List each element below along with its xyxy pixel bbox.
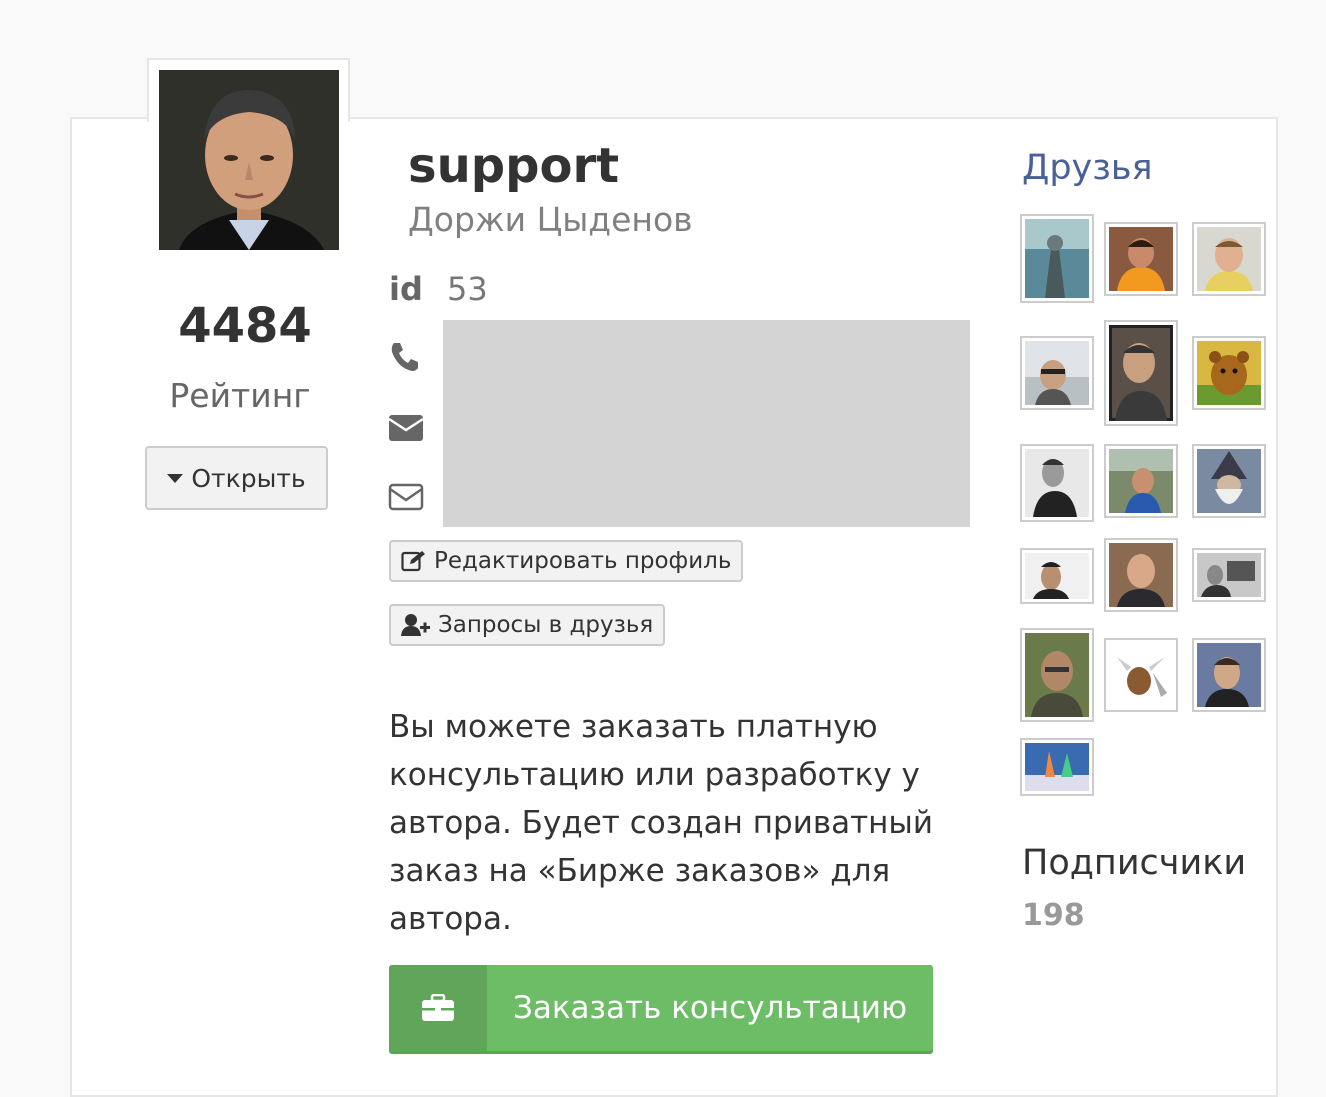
order-consultation-button[interactable]: Заказать консультацию [389,965,933,1051]
open-button-label: Открыть [191,463,306,493]
rating-label: Рейтинг [169,376,311,415]
friend-requests-label: Запросы в друзья [438,612,654,638]
friend-avatar[interactable] [1192,548,1266,602]
profile-panel [70,117,1278,1097]
friend-avatar[interactable] [1020,548,1094,604]
user-avatar [159,70,339,250]
friend-avatar[interactable] [1104,538,1178,612]
friend-avatar[interactable] [1104,222,1178,296]
rating-value: 4484 [178,298,312,354]
order-consultation-label: Заказать консультацию [512,990,908,1026]
friend-avatar[interactable] [1192,222,1266,296]
user-plus-icon [401,614,430,636]
friend-requests-button[interactable]: Запросы в друзья [389,604,666,646]
friend-avatar[interactable] [1020,738,1094,796]
open-button[interactable]: Открыть [145,446,328,510]
friend-avatar[interactable] [1192,444,1266,518]
friends-title-link[interactable]: Друзья [1022,148,1153,188]
friend-avatar[interactable] [1104,444,1178,518]
briefcase-icon [422,994,454,1021]
caret-down-icon [167,473,184,483]
phone-icon [391,343,418,371]
consultation-description: Вы можете заказать платную консультацию … [389,709,934,937]
friend-avatar[interactable] [1020,628,1094,722]
id-label: id [389,270,423,308]
edit-profile-button[interactable]: Редактировать профиль [389,540,744,582]
contact-info-redacted [443,320,970,527]
friend-avatar[interactable] [1020,444,1094,522]
friend-avatar[interactable] [1020,214,1094,303]
envelope-outline-icon [388,483,424,511]
friend-avatar[interactable] [1192,638,1266,712]
friend-avatar[interactable] [1104,638,1178,712]
subscribers-title: Подписчики [1022,843,1247,883]
friend-avatar[interactable] [1192,336,1266,410]
edit-profile-label: Редактировать профиль [434,548,732,574]
subscribers-count: 198 [1022,898,1085,933]
friend-avatar[interactable] [1104,320,1178,426]
username: support [408,138,620,194]
envelope-filled-icon [388,415,424,441]
id-value: 53 [447,270,488,308]
edit-icon [401,551,425,572]
full-name: Доржи Цыденов [408,200,693,239]
friend-avatar[interactable] [1020,336,1094,410]
